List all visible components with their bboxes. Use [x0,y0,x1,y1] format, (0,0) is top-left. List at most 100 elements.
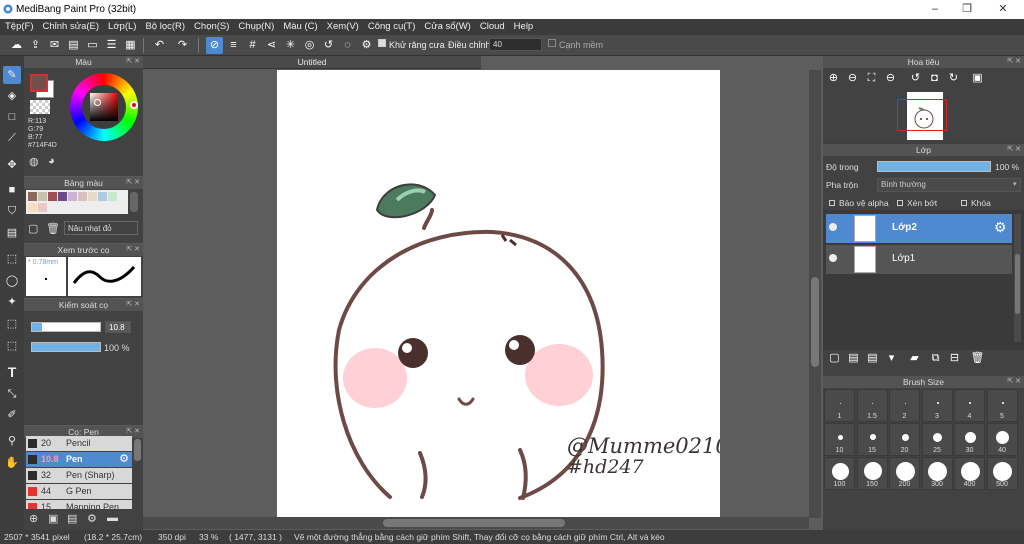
document-icon[interactable]: ▭ [84,37,101,54]
vertical-scrollbar[interactable] [809,70,821,518]
brush-size-cell[interactable]: 5 [986,389,1018,422]
brush-size-cell[interactable]: 3 [921,389,953,422]
duplicate-layer-icon[interactable]: ⧉ [927,350,944,367]
menu-cloud[interactable]: Cloud [475,19,509,32]
palette-swatch[interactable] [58,192,67,201]
palette-swatch[interactable] [118,192,127,201]
palette-swatch[interactable] [68,192,77,201]
palette-scrollbar[interactable] [130,192,138,212]
gradient-tool-icon[interactable]: ▤ [3,224,21,242]
select-pen-icon[interactable]: ⬚ [3,315,21,333]
hue-wheel[interactable] [70,73,138,141]
upload-icon[interactable]: ⇪ [27,37,44,54]
horizontal-scrollbar[interactable] [143,517,809,529]
brush-size-cell[interactable]: 4 [954,389,985,422]
palette-swatch[interactable] [88,192,97,201]
pin-icon[interactable]: ⇱ ✕ [1007,376,1021,388]
maximize-button[interactable]: ❐ [952,1,982,18]
brush-size-cell[interactable]: 2 [889,389,920,422]
document-tab[interactable]: Untitled [143,56,481,69]
brush-add-icon[interactable]: ▤ [67,512,77,525]
zoom-out-icon[interactable]: ⊖ [844,70,861,87]
rotate-right-icon[interactable]: ↻ [945,70,962,87]
drawing-canvas[interactable]: @Mumme0210 #hd247 [277,70,729,517]
pin-icon[interactable]: ⇱ ✕ [126,56,140,68]
brush-list-item[interactable]: 20 Pencil [26,436,132,451]
palette-swatch[interactable] [38,203,47,212]
pin-icon[interactable]: ⇱ ✕ [1007,56,1021,68]
eyedropper-icon[interactable]: ⚲ [3,432,21,450]
menu-select[interactable]: Chọn(S) [189,19,233,32]
cloud-icon[interactable]: ☁ [8,37,25,54]
menu-snap[interactable]: Chụp(N) [233,19,278,32]
brush-opacity-slider[interactable] [31,342,101,352]
brush-size-cell[interactable]: 100 [824,457,855,490]
shape-tool-icon[interactable]: □ [3,108,21,126]
move-tool-icon[interactable]: ✥ [3,156,21,174]
brush-list-item[interactable]: 44 G Pen [26,484,132,499]
hand-tool-icon[interactable]: ✋ [3,454,21,472]
operation-tool-icon[interactable]: ⤡ [3,385,21,403]
chat-icon[interactable]: ▤ [65,37,82,54]
brush-size-cell[interactable]: 15 [856,423,888,456]
radial-snap-icon[interactable]: ✳ [282,37,299,54]
navigator-settings-icon[interactable]: ▣ [969,70,986,87]
settings-icon[interactable]: ⚙ [358,37,375,54]
new-8bit-layer-icon[interactable]: ▤ [864,350,881,367]
delete-palette-icon[interactable]: 🗑 [46,222,60,235]
brush-trash-icon[interactable]: ▬ [107,512,118,524]
layer-row-2[interactable]: Lớp2 ⚙ [826,214,1012,243]
smooth-checkbox[interactable] [548,39,556,47]
brush-size-cell[interactable]: 20 [889,423,920,456]
brush-folder-icon[interactable]: ▣ [48,512,58,525]
gear-icon[interactable]: ⚙ [119,452,129,465]
brush-size-cell[interactable]: 40 [986,423,1018,456]
grid-icon[interactable]: ▦ [122,37,139,54]
add-brush-icon[interactable]: ⊕ [29,512,38,525]
flip-icon[interactable]: ◘ [926,70,943,87]
brush-size-cell[interactable]: 150 [856,457,888,490]
lock-checkbox[interactable] [961,200,967,206]
merge-layer-icon[interactable]: ⊟ [946,350,963,367]
protect-alpha-checkbox[interactable] [829,200,835,206]
primary-color-swatch[interactable] [30,74,48,92]
brush-size-cell[interactable]: 25 [921,423,953,456]
pin-icon[interactable]: ⇱ ✕ [1007,144,1021,156]
circle-snap-icon[interactable]: ◎ [301,37,318,54]
palette-swatch[interactable] [98,192,107,201]
zoom-in-icon[interactable]: ⊕ [825,70,842,87]
brush-size-cell[interactable]: 500 [986,457,1018,490]
rotate-left-icon[interactable]: ↺ [907,70,924,87]
pin-icon[interactable]: ⇱ ✕ [126,299,140,311]
folder-icon[interactable]: ▰ [906,350,923,367]
sv-cursor[interactable] [94,99,101,106]
new-halftone-layer-icon[interactable]: ▤ [845,350,862,367]
line-tool-icon[interactable]: ⟋ [3,129,21,147]
close-button[interactable]: ✕ [988,1,1018,18]
palette-swatch[interactable] [38,192,47,201]
brush-size-cell[interactable]: 300 [921,457,953,490]
perspective-snap-icon[interactable]: ⋖ [263,37,280,54]
layer-row-1[interactable]: Lớp1 [826,245,1012,274]
new-layer-icon[interactable]: ▢ [826,350,843,367]
delete-layer-icon[interactable]: 🗑 [969,350,986,367]
color-slider-mode-icon[interactable]: ◕ [48,155,62,169]
brush-size-cell[interactable]: 30 [954,423,985,456]
brush-size-cell[interactable]: 10 [824,423,855,456]
select-eraser-icon[interactable]: ⬚ [3,337,21,355]
navigator-viewport[interactable] [897,99,947,131]
correction-select[interactable]: 40 [489,38,542,51]
new-palette-icon[interactable]: ▢ [28,222,38,235]
brush-list-item[interactable]: 10.8 Pen ⚙ [26,452,132,467]
magic-wand-icon[interactable]: ✦ [3,293,21,311]
minimize-button[interactable]: – [920,1,950,18]
lasso-icon[interactable]: ◯ [3,272,21,290]
menu-color[interactable]: Màu (C) [278,19,321,32]
transparent-color-swatch[interactable] [30,100,50,114]
brush-tool-icon[interactable]: ✎ [3,66,21,84]
text-tool-icon[interactable]: T [3,363,21,381]
sv-square[interactable] [90,93,118,121]
menu-tools[interactable]: Công cụ(T) [363,19,420,32]
brush-size-cell[interactable]: 200 [889,457,920,490]
brush-size-slider[interactable] [31,322,101,332]
